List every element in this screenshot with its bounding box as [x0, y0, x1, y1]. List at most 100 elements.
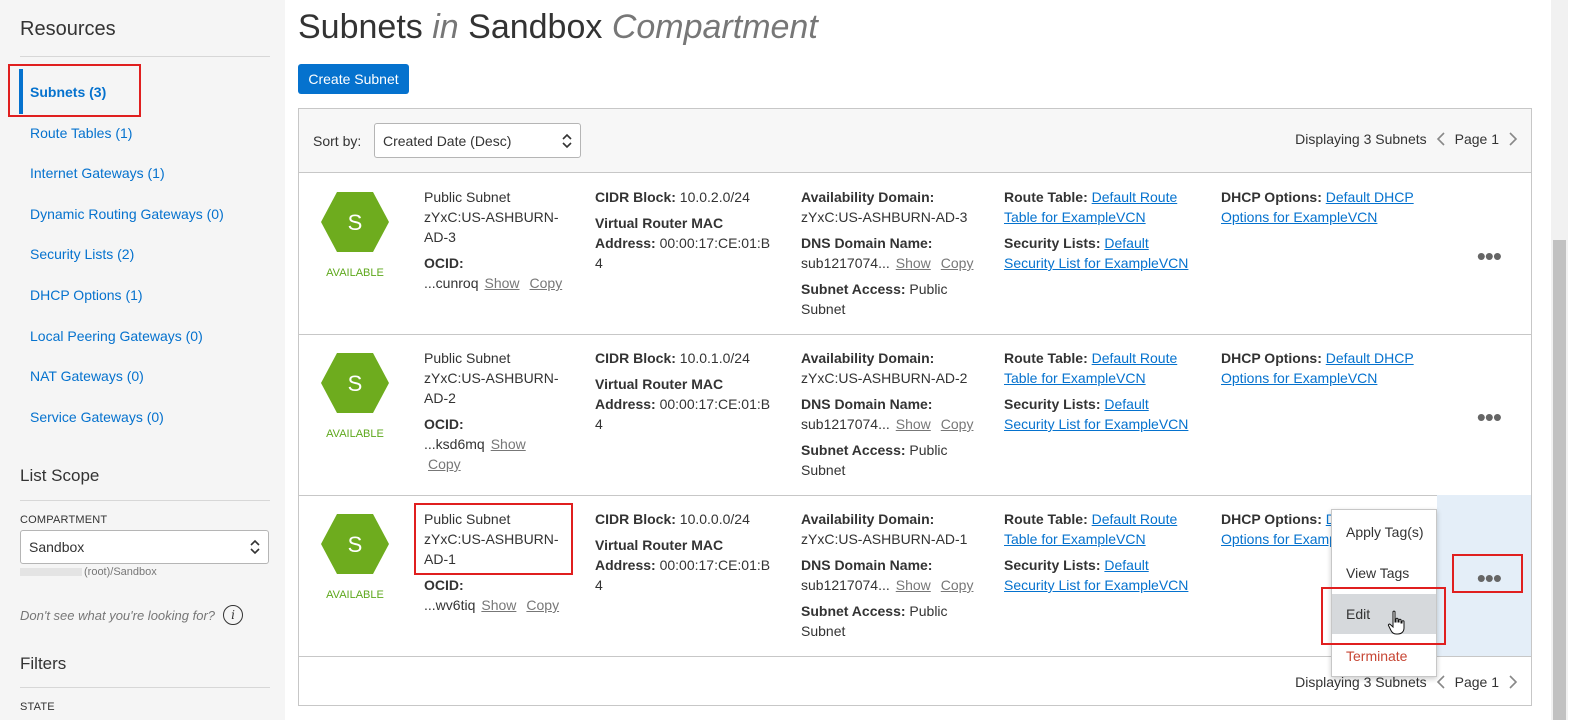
table-toolbar: Sort by: Created Date (Desc) Displaying … [299, 109, 1531, 173]
filters-heading: Filters [20, 654, 67, 673]
dhcp-options-link[interactable]: Default DHCP [1326, 350, 1414, 366]
subnet-name[interactable]: Public Subnet zYxC:US-ASHBURN- AD-3 [424, 187, 574, 247]
route-table-field: Route Table: Default Route Table for Exa… [1004, 187, 1209, 273]
copy-link[interactable]: Copy [526, 597, 559, 613]
security-list-link[interactable]: Default [1104, 396, 1148, 412]
resources-heading: Resources [20, 18, 116, 40]
sidebar-item-dhcp-options[interactable]: DHCP Options (1) [30, 287, 143, 303]
state-label: STATE [20, 701, 55, 713]
availability-domain-field: Availability Domain: zYxC:US-ASHBURN-AD-… [801, 511, 974, 639]
cidr-field: CIDR Block: 10.0.2.0/24 Virtual Router M… [595, 189, 771, 271]
copy-link[interactable]: Copy [941, 577, 974, 593]
divider [20, 500, 270, 501]
route-table-field: Route Table: Default Route Table for Exa… [1004, 348, 1209, 434]
route-table-link[interactable]: Default Route [1092, 350, 1178, 366]
select-arrows-icon [562, 133, 572, 148]
svg-text:S: S [348, 532, 363, 557]
status-badge: AVAILABLE [326, 428, 384, 440]
subnet-name[interactable]: Public Subnet zYxC:US-ASHBURN- AD-1 [424, 509, 574, 569]
route-table-link[interactable]: Table for ExampleVCN [1004, 529, 1209, 549]
ocid-field: OCID: ...cunroq Show Copy [424, 255, 563, 291]
active-indicator [19, 69, 23, 114]
security-list-link[interactable]: Security List for ExampleVCN [1004, 414, 1209, 434]
security-list-link[interactable]: Default [1104, 557, 1148, 573]
subnet-hexagon-icon: S [321, 192, 389, 252]
ocid-field: OCID: ...wv6tiq Show Copy [424, 577, 560, 613]
menu-item-view-tags[interactable]: View Tags [1332, 553, 1436, 593]
availability-domain-field: Availability Domain: zYxC:US-ASHBURN-AD-… [801, 189, 974, 317]
security-list-link[interactable]: Default [1104, 235, 1148, 251]
sidebar-item-local-peering-gateways[interactable]: Local Peering Gateways (0) [30, 328, 203, 344]
table-row: S AVAILABLE Public Subnet zYxC:US-ASHBURN… [299, 334, 1531, 496]
compartment-label: COMPARTMENT [20, 514, 108, 526]
show-link[interactable]: Show [481, 597, 516, 613]
show-link[interactable]: Show [896, 255, 931, 271]
sidebar-item-subnets[interactable]: Subnets (3) [30, 84, 106, 100]
page-number: Page 1 [1454, 674, 1499, 690]
show-link[interactable]: Show [896, 577, 931, 593]
sort-select[interactable]: Created Date (Desc) [374, 123, 581, 158]
security-list-link[interactable]: Security List for ExampleVCN [1004, 575, 1209, 595]
route-table-link[interactable]: Default Route [1092, 189, 1178, 205]
chevron-right-icon[interactable] [1507, 674, 1519, 690]
scrollbar-thumb[interactable] [1553, 240, 1566, 720]
copy-link[interactable]: Copy [428, 456, 461, 472]
page-number: Page 1 [1454, 131, 1499, 147]
dhcp-options-link[interactable]: Options for ExampleVCN [1221, 368, 1431, 388]
menu-item-terminate[interactable]: Terminate [1332, 636, 1436, 676]
cidr-field: CIDR Block: 10.0.0.0/24 Virtual Router M… [595, 511, 771, 593]
route-table-field: Route Table: Default Route Table for Exa… [1004, 509, 1209, 595]
info-icon[interactable]: i [223, 605, 244, 625]
dhcp-options-field: DHCP Options: Default DHCP Options for E… [1221, 187, 1431, 227]
sort-label: Sort by: [313, 133, 362, 149]
show-link[interactable]: Show [896, 416, 931, 432]
sidebar-item-internet-gateways[interactable]: Internet Gateways (1) [30, 165, 165, 181]
subnet-name[interactable]: Public Subnet zYxC:US-ASHBURN- AD-2 [424, 348, 574, 408]
compartment-path: (root)/Sandbox [20, 566, 157, 578]
actions-menu-icon[interactable]: ••• [1477, 565, 1502, 591]
list-scope-heading: List Scope [20, 466, 100, 485]
sidebar-item-dynamic-routing-gateways[interactable]: Dynamic Routing Gateways (0) [30, 206, 224, 222]
menu-item-apply-tags[interactable]: Apply Tag(s) [1332, 512, 1436, 552]
actions-menu-icon[interactable]: ••• [1477, 243, 1502, 269]
compartment-select[interactable]: Sandbox [20, 530, 269, 564]
availability-domain-field: Availability Domain: zYxC:US-ASHBURN-AD-… [801, 350, 974, 478]
chevron-right-icon[interactable] [1507, 131, 1519, 147]
sidebar-item-route-tables[interactable]: Route Tables (1) [30, 125, 132, 141]
table-row: S AVAILABLE Public Subnet zYxC:US-ASHBURN… [299, 173, 1531, 335]
actions-menu-icon[interactable]: ••• [1477, 404, 1502, 430]
security-list-link[interactable]: Security List for ExampleVCN [1004, 253, 1209, 273]
create-subnet-button[interactable]: Create Subnet [298, 64, 409, 94]
sidebar-item-service-gateways[interactable]: Service Gateways (0) [30, 409, 164, 425]
show-link[interactable]: Show [484, 275, 519, 291]
redacted-tenancy [20, 568, 82, 577]
svg-text:S: S [348, 210, 363, 235]
route-table-link[interactable]: Table for ExampleVCN [1004, 207, 1209, 227]
compartment-value: Sandbox [29, 539, 85, 555]
cidr-field: CIDR Block: 10.0.1.0/24 Virtual Router M… [595, 350, 771, 432]
dhcp-options-field: DHCP Options: Default DHCP Options for E… [1221, 348, 1431, 388]
sidebar-item-nat-gateways[interactable]: NAT Gateways (0) [30, 368, 144, 384]
copy-link[interactable]: Copy [941, 416, 974, 432]
page-title: Subnets in Sandbox Compartment [298, 8, 818, 46]
help-text: Don't see what you're looking for? i [20, 605, 244, 625]
row-actions-menu: Apply Tag(s) View Tags Edit Terminate [1331, 509, 1437, 677]
copy-link[interactable]: Copy [941, 255, 974, 271]
divider [20, 687, 270, 688]
svg-text:S: S [348, 371, 363, 396]
copy-link[interactable]: Copy [530, 275, 563, 291]
route-table-link[interactable]: Table for ExampleVCN [1004, 368, 1209, 388]
sort-value: Created Date (Desc) [383, 132, 512, 149]
menu-item-edit[interactable]: Edit [1332, 594, 1436, 634]
chevron-left-icon[interactable] [1435, 131, 1447, 147]
resources-sidebar: Resources Subnets (3) Route Tables (1) I… [0, 0, 285, 720]
route-table-link[interactable]: Default Route [1092, 511, 1178, 527]
status-badge: AVAILABLE [326, 267, 384, 279]
subnet-hexagon-icon: S [321, 514, 389, 574]
pager-count: Displaying 3 Subnets [1295, 131, 1427, 147]
sidebar-item-security-lists[interactable]: Security Lists (2) [30, 246, 134, 262]
dhcp-options-link[interactable]: Options for ExampleVCN [1221, 207, 1431, 227]
dhcp-options-link[interactable]: Default DHCP [1326, 189, 1414, 205]
show-link[interactable]: Show [491, 436, 526, 452]
ocid-field: OCID: ...ksd6mq Show Copy [424, 416, 526, 472]
